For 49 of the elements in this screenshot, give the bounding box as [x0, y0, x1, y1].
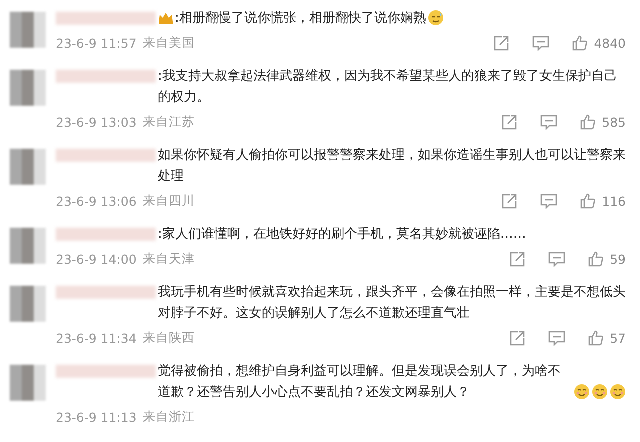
thumbs-up-icon[interactable] [588, 330, 606, 346]
avatar-placeholder [10, 365, 46, 401]
like-count: 116 [602, 194, 626, 208]
comment-text: :家人们谁懂啊，在地铁好好的刷个手机，莫名其妙就被诬陷…… [158, 226, 526, 244]
comment-text: :相册翻慢了说你慌张，相册翻快了说你娴熟 [175, 10, 426, 28]
share-icon[interactable] [493, 34, 510, 52]
comment-time: 23-6-9 11:34 [56, 330, 137, 346]
comment-icon[interactable] [540, 114, 558, 130]
location-label: 来自天津 [142, 250, 195, 268]
comment-time: 23-6-9 11:13 [56, 410, 137, 424]
share-icon[interactable] [509, 330, 526, 346]
comment-time: 23-6-9 13:06 [56, 194, 137, 208]
location-label: 来自浙江 [142, 408, 195, 426]
crown-icon [158, 11, 174, 25]
thumbs-up-icon[interactable] [588, 250, 606, 268]
share-icon[interactable] [501, 114, 518, 130]
like-count: 585 [602, 114, 626, 130]
comment-icon[interactable] [548, 251, 566, 267]
like-count: 4840 [594, 36, 626, 50]
emoji-icon [428, 10, 444, 26]
comment-text: 我玩手机有些时候就喜欢抬起来玩，跟头齐平，会像在拍照一样，主要是不想低头对脖子不好。这女的误解别人了怎么不道歉还理直气壮 [158, 284, 626, 323]
thumbs-up-icon[interactable] [580, 114, 598, 130]
emoji-icon [610, 384, 626, 400]
like-count: 59 [610, 252, 626, 266]
avatar-placeholder [10, 12, 46, 48]
comment-icon[interactable] [548, 330, 566, 346]
comment-time: 23-6-9 13:03 [56, 114, 137, 130]
location-label: 来自江苏 [142, 114, 195, 130]
avatar-placeholder [10, 228, 46, 264]
thumbs-up-icon[interactable] [572, 34, 590, 52]
comment-time: 23-6-9 11:57 [56, 36, 137, 50]
comment-text: 觉得被偷拍，想维护自身利益可以理解。但是发现误会别人了，为啥不道歉？还警告别人小心点不要乱拍？还发文网暴别人？ [158, 363, 562, 402]
share-icon[interactable] [501, 192, 518, 210]
comment-icon[interactable] [540, 193, 558, 209]
emoji-icon [592, 384, 608, 400]
comment-text: 如果你怀疑有人偷拍你可以报警警察来处理，如果你造谣生事别人也可以让警察来处理 [158, 147, 626, 186]
location-label: 来自美国 [142, 34, 195, 52]
location-label: 来自陕西 [142, 330, 195, 346]
avatar-placeholder [10, 70, 46, 106]
comment-time: 23-6-9 14:00 [56, 252, 137, 266]
thumbs-up-icon[interactable] [580, 192, 598, 210]
comment-text: :我支持大叔拿起法律武器维权，因为我不希望某些人的狼来了毁了女生保护自己的权力。 [158, 68, 618, 107]
like-count: 57 [610, 330, 626, 346]
share-icon[interactable] [509, 250, 526, 268]
location-label: 来自四川 [142, 192, 195, 210]
comment-icon[interactable] [532, 35, 550, 51]
avatar-placeholder [10, 149, 46, 185]
avatar-placeholder [10, 286, 46, 322]
emoji-icon [574, 384, 590, 400]
